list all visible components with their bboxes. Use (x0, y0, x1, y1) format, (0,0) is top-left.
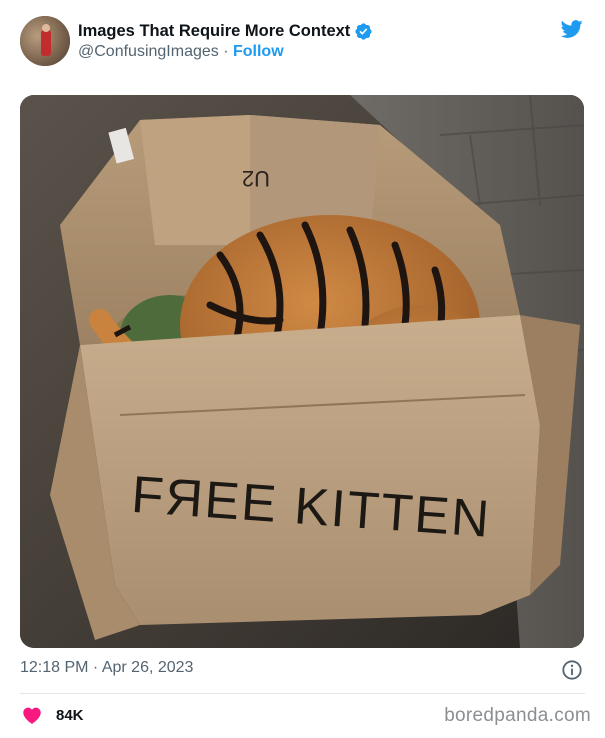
follow-button[interactable]: Follow (233, 43, 284, 60)
tiger-in-box-image: U2 FЯEE KITTEN (20, 95, 584, 648)
tweet-photo[interactable]: U2 FЯEE KITTEN (20, 95, 584, 648)
info-icon[interactable] (561, 659, 583, 681)
author-name[interactable]: Images That Require More Context (78, 22, 350, 41)
handle-separator: · (218, 43, 233, 60)
twitter-bird-icon[interactable] (559, 18, 585, 40)
tweet-timestamp[interactable]: 12:18 PM · Apr 26, 2023 (20, 659, 193, 677)
box-marking-text: U2 (242, 166, 270, 191)
verified-badge-icon (355, 22, 372, 40)
author-row: Images That Require More Context (78, 20, 373, 42)
heart-icon[interactable] (20, 704, 44, 726)
divider (20, 693, 585, 694)
avatar[interactable] (20, 16, 70, 66)
like-group[interactable]: 84K (20, 703, 84, 727)
likes-count: 84K (56, 706, 84, 724)
author-handle[interactable]: @ConfusingImages (78, 43, 219, 60)
handle-row: @ConfusingImages · Follow (78, 43, 284, 61)
source-watermark: boredpanda.com (444, 705, 591, 726)
tweet-card: Images That Require More Context @Confus… (0, 0, 605, 738)
